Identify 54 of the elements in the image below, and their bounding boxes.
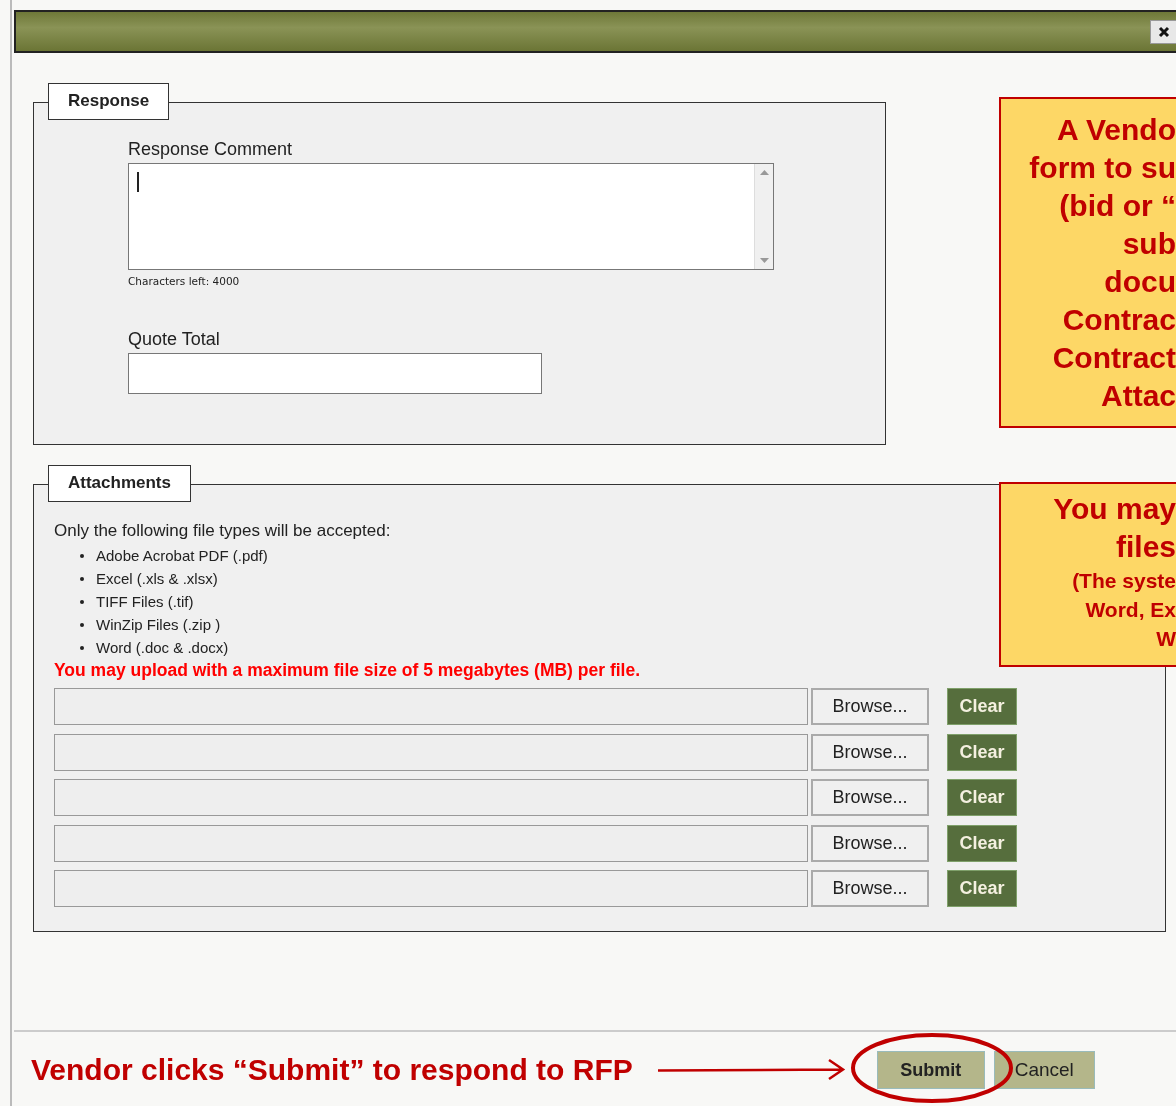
size-warning: You may upload with a maximum file size of 5 megabytes (MB) per file. bbox=[54, 660, 641, 681]
submit-button[interactable]: Submit bbox=[876, 1051, 985, 1089]
cancel-button[interactable]: Cancel bbox=[993, 1051, 1095, 1089]
annotation-text: Vendor clicks “Submit” to respond to RFP bbox=[31, 1053, 633, 1087]
file-type-text: Excel (.xls & .xlsx) bbox=[96, 570, 218, 587]
clear-button[interactable]: Clear bbox=[947, 824, 1017, 862]
callout-text: Word, Ex bbox=[1084, 597, 1176, 623]
section-legend: Attachments bbox=[48, 465, 191, 502]
field-label: Quote Total bbox=[128, 329, 221, 350]
scroll-down-icon[interactable] bbox=[759, 258, 769, 263]
browse-button[interactable]: Browse... bbox=[811, 779, 929, 817]
file-type-text: Word (.doc & .docx) bbox=[96, 639, 229, 656]
callout-text: Attac bbox=[1100, 378, 1176, 414]
clear-button[interactable]: Clear bbox=[947, 688, 1017, 726]
callout-text: (The syste bbox=[1071, 568, 1176, 594]
file-type-text: Adobe Acrobat PDF (.pdf) bbox=[96, 547, 268, 564]
bullet-icon bbox=[80, 553, 84, 558]
callout-text: W bbox=[1155, 626, 1176, 652]
callout-text: Contract bbox=[1051, 340, 1176, 376]
section-legend: Response bbox=[48, 83, 170, 120]
browse-button[interactable]: Browse... bbox=[811, 824, 929, 862]
clear-button[interactable]: Clear bbox=[947, 870, 1017, 908]
callout-text: docu bbox=[1103, 264, 1176, 300]
clear-button[interactable]: Clear bbox=[947, 779, 1017, 817]
field-label: Response Comment bbox=[128, 139, 294, 160]
character-count: Characters left: 4000 bbox=[128, 275, 241, 287]
file-path-field[interactable] bbox=[54, 688, 808, 726]
callout-text: (bid or “ bbox=[1058, 188, 1176, 224]
callout-text: You may bbox=[1052, 491, 1176, 527]
bullet-icon bbox=[80, 576, 84, 581]
file-type-text: WinZip Files (.zip ) bbox=[96, 616, 221, 633]
callout-text: files bbox=[1114, 529, 1176, 565]
callout-text: sub bbox=[1121, 226, 1176, 262]
bullet-icon bbox=[80, 622, 84, 627]
browse-button[interactable]: Browse... bbox=[811, 688, 929, 726]
close-icon bbox=[1157, 25, 1170, 38]
instruction-text: Only the following file types will be accepted: bbox=[54, 521, 392, 541]
bullet-icon bbox=[80, 645, 84, 650]
quote-total-field[interactable] bbox=[128, 353, 542, 394]
scroll-up-icon[interactable] bbox=[759, 170, 769, 175]
callout-text: form to su bbox=[1028, 150, 1176, 186]
callout-text: Contrac bbox=[1061, 302, 1176, 338]
comment-field[interactable] bbox=[128, 163, 774, 270]
browse-button[interactable]: Browse... bbox=[811, 870, 929, 908]
file-type-text: TIFF Files (.tif) bbox=[96, 593, 194, 610]
callout-text: A Vendo bbox=[1056, 112, 1176, 148]
browse-button[interactable]: Browse... bbox=[811, 733, 929, 771]
file-path-field[interactable] bbox=[54, 779, 808, 817]
file-path-field[interactable] bbox=[54, 824, 808, 862]
clear-button[interactable]: Clear bbox=[947, 733, 1017, 771]
file-path-field[interactable] bbox=[54, 733, 808, 771]
bullet-icon bbox=[80, 599, 84, 604]
file-path-field[interactable] bbox=[54, 870, 808, 908]
close-button[interactable] bbox=[1150, 19, 1176, 44]
